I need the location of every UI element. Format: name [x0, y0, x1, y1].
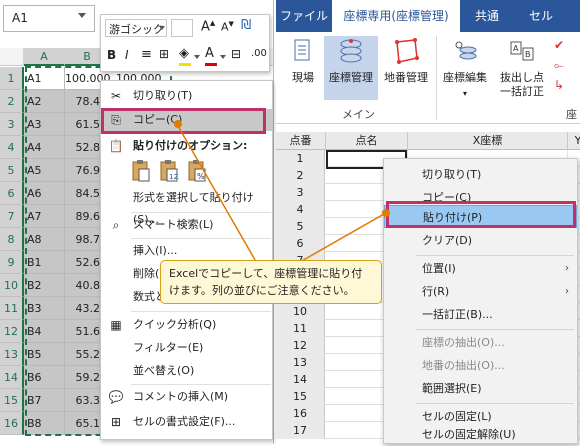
annotation-arrows — [174, 120, 390, 273]
arrow-to-paste — [299, 213, 385, 263]
arrow-dot-paste — [382, 209, 390, 217]
callout-text: Excelでコピーして、座標管理に貼り付けます。列の並びにご注意ください。 — [169, 267, 363, 297]
instruction-callout: Excelでコピーして、座標管理に貼り付けます。列の並びにご注意ください。 — [160, 260, 382, 304]
arrow-to-copy — [177, 125, 263, 273]
arrow-dot-copy — [174, 120, 182, 128]
